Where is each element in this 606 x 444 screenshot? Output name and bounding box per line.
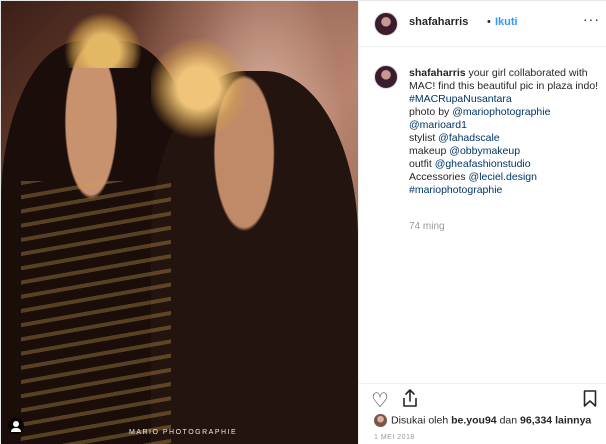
caption-username[interactable]: shafaharris xyxy=(409,67,466,79)
likes-count[interactable]: 96,334 xyxy=(520,414,552,426)
likes-summary: Disukai oleh be.you94 dan 96,334 lainnya xyxy=(374,414,606,427)
more-options-icon[interactable]: ··· xyxy=(583,11,600,27)
likes-joiner: dan xyxy=(499,414,518,427)
post-sidebar: shafaharris • Ikuti ··· shafaharris your… xyxy=(358,1,606,444)
likes-prefix: Disukai oleh xyxy=(391,414,449,427)
makeup-link[interactable]: @obbymakeup xyxy=(449,145,520,157)
likes-suffix[interactable]: lainnya xyxy=(555,414,591,426)
hashtag-link[interactable]: #MACRupaNusantara xyxy=(409,93,599,106)
follow-button[interactable]: Ikuti xyxy=(495,16,518,28)
liker-username[interactable]: be.you94 xyxy=(451,414,497,426)
stylist-label: stylist xyxy=(409,132,439,144)
photo-embroidery xyxy=(21,181,171,444)
post-photo[interactable]: MARIO PHOTOGRAPHIE xyxy=(1,1,358,444)
stylist-credit: stylist @fahadscale xyxy=(409,132,599,145)
instagram-post: MARIO PHOTOGRAPHIE shafaharris • Ikuti ·… xyxy=(0,0,606,444)
share-icon[interactable] xyxy=(401,388,419,408)
author-avatar[interactable] xyxy=(374,12,398,36)
accessories-link[interactable]: @leciel.design xyxy=(469,171,537,183)
photo-watermark: MARIO PHOTOGRAPHIE xyxy=(129,429,238,436)
heart-icon[interactable]: ♡ xyxy=(371,388,389,413)
photo-crown-left xyxy=(63,13,143,68)
accessories-credit: Accessories @leciel.design xyxy=(409,171,599,184)
post-header: shafaharris • Ikuti ··· xyxy=(359,1,606,47)
makeup-credit: makeup @obbymakeup xyxy=(409,145,599,158)
caption-time-ago[interactable]: 74 ming xyxy=(409,221,445,232)
makeup-label: makeup xyxy=(409,145,450,157)
liker-avatar[interactable] xyxy=(374,414,387,427)
caption-avatar[interactable] xyxy=(374,65,398,89)
caption-text: shafaharris your girl collaborated with … xyxy=(409,67,599,197)
separator-dot: • xyxy=(487,16,491,28)
bookmark-icon[interactable] xyxy=(583,390,597,407)
outfit-label: outfit xyxy=(409,158,435,170)
hashtag-link-2[interactable]: #mariophotographie xyxy=(409,184,599,197)
photo-credit-link[interactable]: @mariophotographie xyxy=(452,106,550,118)
action-bar: ♡ Disukai oleh be.you94 dan 96,334 lainn… xyxy=(359,383,606,444)
accessories-label: Accessories xyxy=(409,171,469,183)
stylist-link[interactable]: @fahadscale xyxy=(438,132,499,144)
outfit-link[interactable]: @gheafashionstudio xyxy=(435,158,531,170)
photo-crown-right xyxy=(151,33,246,143)
author-username[interactable]: shafaharris xyxy=(409,16,468,28)
photo-credit: photo by @mariophotographie xyxy=(409,106,599,119)
user-tag-icon[interactable] xyxy=(8,418,24,434)
photo-credit-label: photo by xyxy=(409,106,453,118)
outfit-credit: outfit @gheafashionstudio xyxy=(409,158,599,171)
mention-link[interactable]: @marioard1 xyxy=(409,119,599,132)
post-date: 1 MEI 2018 xyxy=(374,434,415,441)
